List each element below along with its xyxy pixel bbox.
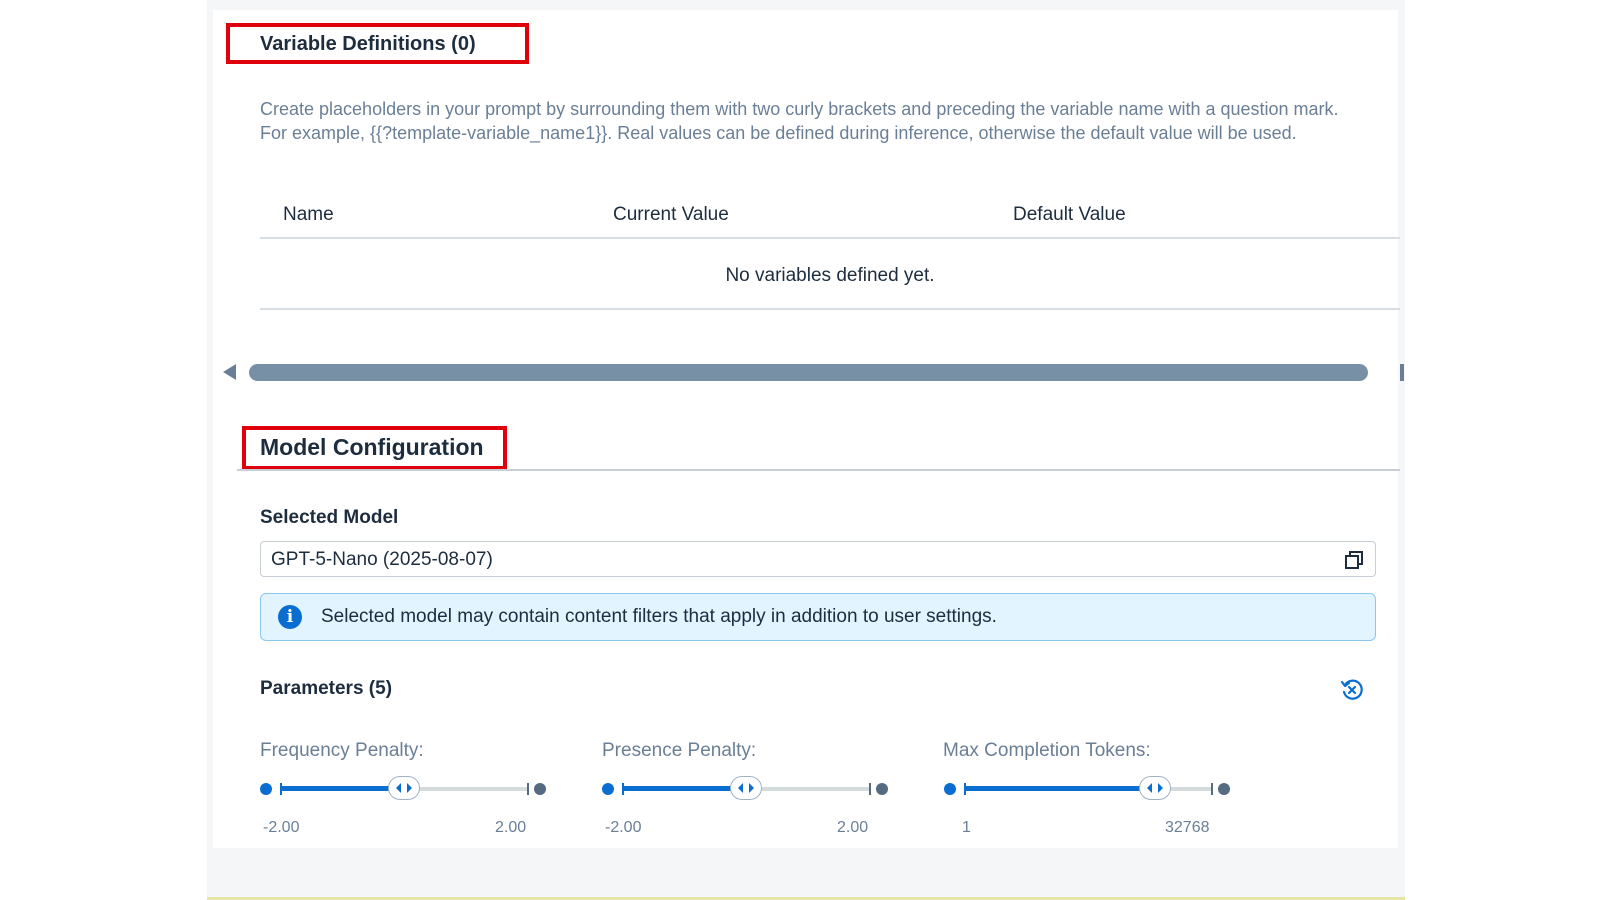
selected-model-label: Selected Model [260,507,399,528]
presence-penalty-slider[interactable] [602,776,888,802]
slider-handle[interactable] [388,776,420,800]
info-icon: i [278,605,302,629]
slider-handle[interactable] [730,776,762,800]
slider-fill [964,786,1155,791]
selected-model-value: GPT-5-Nano (2025-08-07) [271,549,493,570]
presence-penalty-label: Presence Penalty: [602,740,757,761]
slider-start-tick [622,783,624,795]
info-message-strip: i Selected model may contain content fil… [260,593,1376,641]
slider-end-dot [534,783,546,795]
model-configuration-divider [237,469,1400,471]
parameters-title: Parameters (5) [260,678,393,699]
max-completion-tokens-max: 32768 [1165,819,1210,836]
selected-model-input[interactable]: GPT-5-Nano (2025-08-07) [260,541,1376,577]
horizontal-scrollbar-thumb[interactable] [249,364,1368,381]
slider-start-tick [964,783,966,795]
slider-end-dot [1218,783,1230,795]
copy-icon[interactable] [1343,549,1365,571]
max-completion-tokens-slider[interactable] [944,776,1230,802]
slider-start-dot [944,783,956,795]
frequency-penalty-min: -2.00 [263,819,300,836]
slider-handle[interactable] [1138,776,1171,800]
slider-fill [622,786,746,791]
slider-end-tick [1211,783,1213,795]
slider-end-dot [876,783,888,795]
column-header-current-value[interactable]: Current Value [613,204,729,226]
frequency-penalty-max: 2.00 [495,819,527,836]
slider-end-tick [527,783,529,795]
scroll-left-arrow-icon[interactable] [223,364,236,380]
slider-start-dot [602,783,614,795]
scroll-right-arrow-icon[interactable] [1400,364,1404,381]
empty-table-message: No variables defined yet. [725,265,935,286]
slider-start-tick [280,783,282,795]
slider-end-tick [869,783,871,795]
frequency-penalty-label: Frequency Penalty: [260,740,424,761]
variable-definitions-description: Create placeholders in your prompt by su… [260,99,1339,143]
presence-penalty-max: 2.00 [837,819,869,836]
max-completion-tokens-min: 1 [962,819,971,836]
table-header-divider [260,237,1400,239]
slider-start-dot [260,783,272,795]
max-completion-tokens-label: Max Completion Tokens: [943,740,1151,761]
table-bottom-divider [260,308,1400,310]
model-configuration-title: Model Configuration [260,434,484,460]
left-margin [0,0,207,900]
presence-penalty-min: -2.00 [605,819,642,836]
reset-icon[interactable] [1339,677,1365,703]
column-header-name[interactable]: Name [283,204,334,226]
frequency-penalty-slider[interactable] [260,776,546,802]
info-message-text: Selected model may contain content filte… [321,606,997,627]
slider-fill [280,786,404,791]
column-header-default-value[interactable]: Default Value [1013,204,1126,226]
variable-definitions-title: Variable Definitions (0) [260,33,476,55]
